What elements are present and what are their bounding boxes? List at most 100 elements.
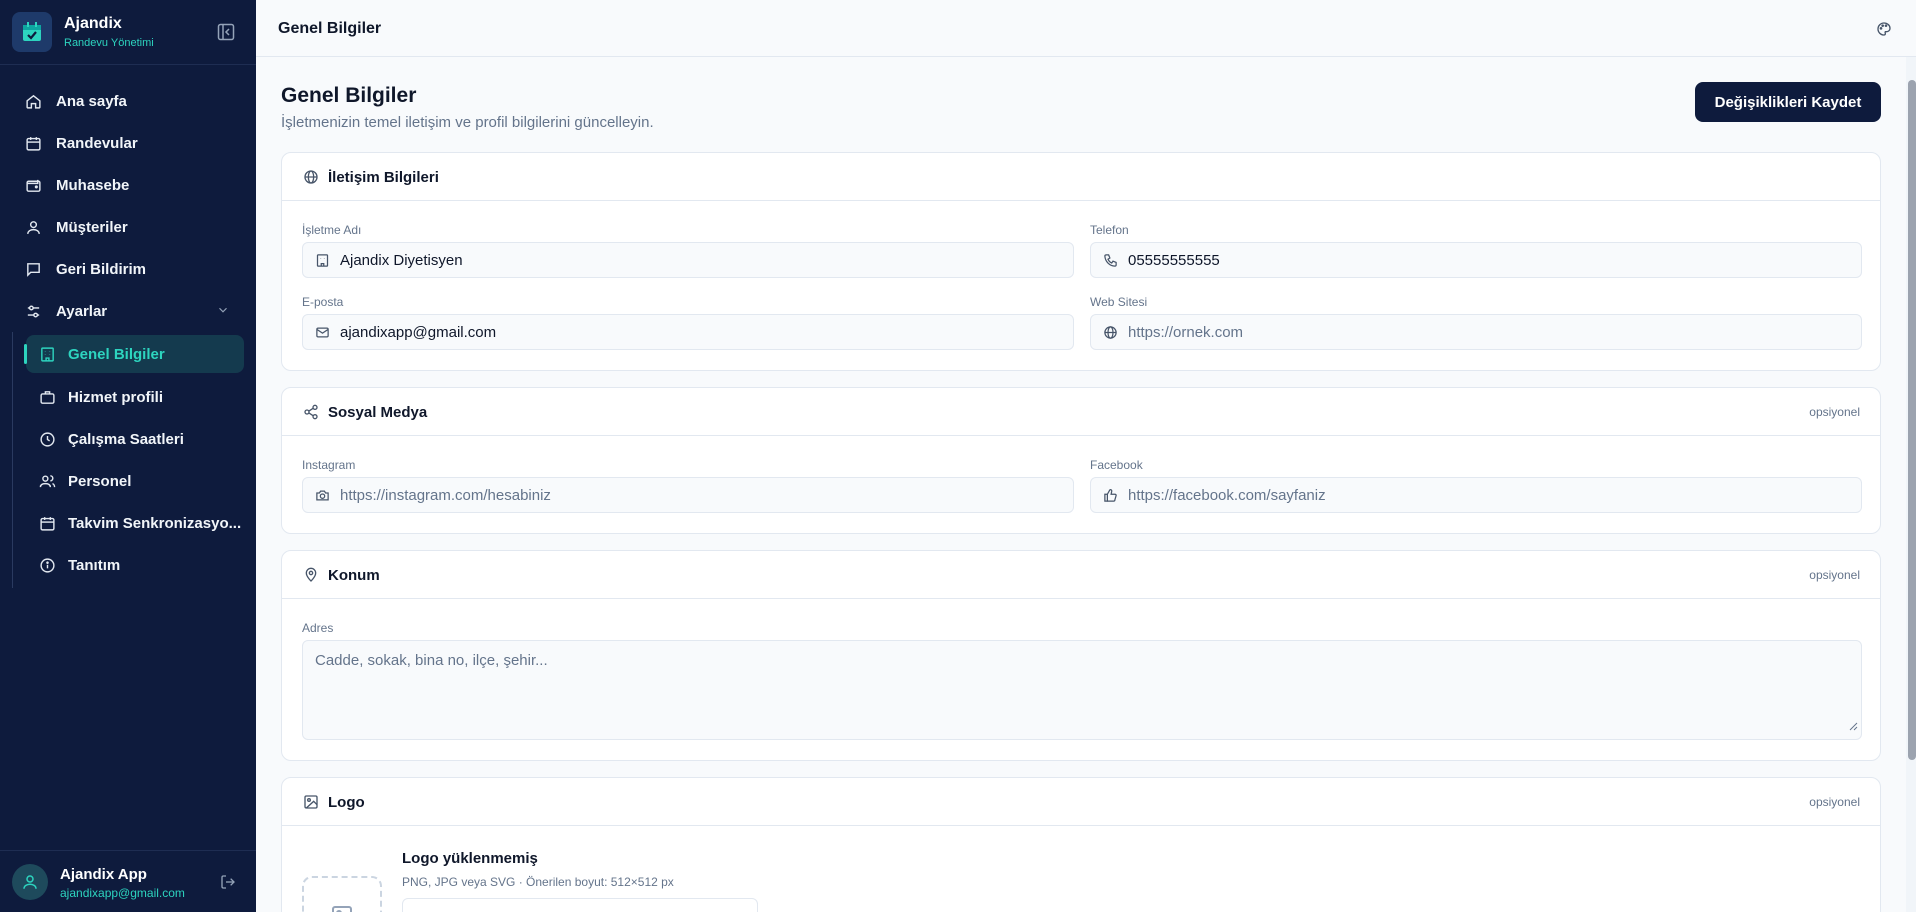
card-header: Konum opsiyonel — [282, 551, 1880, 599]
calendar-check-icon — [23, 22, 41, 41]
sidebar: Ajandix Randevu Yönetimi Ana sayfa Rande… — [0, 0, 256, 912]
business-name-value: Ajandix Diyetisyen — [340, 251, 463, 269]
sidebar-item-label: Ana sayfa — [56, 92, 127, 110]
website-label: Web Sitesi — [1090, 295, 1148, 309]
logo-placeholder[interactable] — [302, 876, 382, 912]
message-icon — [24, 260, 42, 278]
mail-icon — [314, 324, 330, 340]
card-header: İletişim Bilgileri — [282, 153, 1880, 201]
business-name-label: İşletme Adı — [302, 223, 362, 237]
sidebar-item-label: Muhasebe — [56, 176, 130, 194]
sidebar-subitem-staff[interactable]: Personel — [26, 462, 244, 500]
optional-badge: opsiyonel — [1809, 405, 1860, 419]
business-name-field[interactable]: Ajandix Diyetisyen — [302, 242, 1074, 278]
sidebar-item-customers[interactable]: Müşteriler — [14, 210, 242, 244]
sidebar-divider — [0, 64, 256, 65]
sidebar-subitem-general-info[interactable]: Genel Bilgiler — [24, 335, 244, 373]
resize-handle-icon[interactable] — [1848, 718, 1858, 736]
sidebar-subitem-label: Tanıtım — [68, 556, 121, 574]
card-title: Konum — [328, 567, 380, 584]
image-icon — [302, 793, 320, 811]
map-pin-icon — [302, 566, 320, 584]
user-icon — [23, 875, 37, 889]
sidebar-subitem-label: Genel Bilgiler — [68, 345, 165, 363]
facebook-placeholder: https://facebook.com/sayfaniz — [1128, 486, 1326, 504]
scrollbar-thumb[interactable] — [1908, 80, 1916, 760]
sidebar-item-appointments[interactable]: Randevular — [14, 126, 242, 160]
wallet-icon — [24, 176, 42, 194]
topbar-title: Genel Bilgiler — [278, 20, 382, 37]
sidebar-item-accounting[interactable]: Muhasebe — [14, 168, 242, 202]
share-icon — [302, 403, 320, 421]
phone-icon — [1102, 252, 1118, 268]
sidebar-subitem-intro[interactable]: Tanıtım — [26, 546, 244, 584]
facebook-field[interactable]: https://facebook.com/sayfaniz — [1090, 477, 1862, 513]
address-textarea[interactable]: Cadde, sokak, bina no, ilçe, şehir... — [302, 640, 1862, 740]
card-title: Sosyal Medya — [328, 404, 428, 421]
globe-icon — [302, 168, 320, 186]
phone-field[interactable]: 05555555555 — [1090, 242, 1862, 278]
logo-status: Logo yüklenmemiş — [402, 850, 538, 867]
user-icon — [24, 218, 42, 236]
sidebar-item-label: Ayarlar — [56, 302, 108, 320]
sidebar-subitem-label: Takvim Senkronizasyo... — [68, 514, 242, 532]
image-icon — [332, 906, 352, 912]
optional-badge: opsiyonel — [1809, 568, 1860, 582]
sidebar-collapse-button[interactable] — [215, 21, 237, 43]
building-icon — [314, 252, 330, 268]
sidebar-subitem-label: Çalışma Saatleri — [68, 430, 184, 448]
website-placeholder: https://ornek.com — [1128, 323, 1244, 341]
email-label: E-posta — [302, 295, 344, 309]
logo-hint: PNG, JPG veya SVG · Önerilen boyut: 512×… — [402, 875, 674, 889]
logout-button[interactable] — [218, 872, 238, 892]
upload-logo-button[interactable] — [402, 898, 758, 912]
instagram-placeholder: https://instagram.com/hesabiniz — [340, 486, 551, 504]
sidebar-item-home[interactable]: Ana sayfa — [14, 84, 242, 118]
brand-logo — [12, 12, 52, 52]
sidebar-subitem-working-hours[interactable]: Çalışma Saatleri — [26, 420, 244, 458]
info-icon — [38, 556, 56, 574]
sidebar-item-label: Müşteriler — [56, 218, 128, 236]
top-bar: Genel Bilgiler — [256, 0, 1916, 57]
avatar[interactable] — [12, 864, 48, 900]
sidebar-item-settings[interactable]: Ayarlar — [14, 294, 242, 328]
theme-button[interactable] — [1874, 19, 1894, 39]
sidebar-item-label: Geri Bildirim — [56, 260, 147, 278]
email-field[interactable]: ajandixapp@gmail.com — [302, 314, 1074, 350]
save-changes-button[interactable]: Değişiklikleri Kaydet — [1695, 82, 1881, 122]
camera-icon — [314, 487, 330, 503]
brand: Ajandix Randevu Yönetimi — [12, 12, 244, 52]
briefcase-icon — [38, 388, 56, 406]
chevron-down-icon — [216, 303, 230, 321]
card-header: Logo opsiyonel — [282, 778, 1880, 826]
sidebar-subitem-calendar-sync[interactable]: Takvim Senkronizasyo... — [26, 504, 244, 542]
card-header: Sosyal Medya opsiyonel — [282, 388, 1880, 436]
submenu-line — [12, 332, 13, 588]
logout-icon — [221, 875, 235, 889]
phone-value: 05555555555 — [1128, 251, 1220, 269]
website-field[interactable]: https://ornek.com — [1090, 314, 1862, 350]
brand-name: Ajandix — [64, 15, 122, 32]
sidebar-subitem-label: Personel — [68, 472, 132, 490]
page-subtitle: İşletmenizin temel iletişim ve profil bi… — [281, 114, 654, 131]
settings-icon — [24, 302, 42, 320]
globe-icon — [1102, 324, 1118, 340]
brand-subtitle: Randevu Yönetimi — [64, 37, 154, 49]
users-icon — [38, 472, 56, 490]
address-label: Adres — [302, 621, 334, 635]
instagram-field[interactable]: https://instagram.com/hesabiniz — [302, 477, 1074, 513]
email-value: ajandixapp@gmail.com — [340, 323, 497, 341]
contact-info-card: İletişim Bilgileri İşletme Adı Ajandix D… — [281, 152, 1881, 371]
clock-icon — [38, 430, 56, 448]
calendar-icon — [24, 134, 42, 152]
instagram-label: Instagram — [302, 458, 356, 472]
phone-label: Telefon — [1090, 223, 1129, 237]
palette-icon — [1877, 22, 1891, 36]
sidebar-item-feedback[interactable]: Geri Bildirim — [14, 252, 242, 286]
user-name: Ajandix App — [60, 866, 147, 883]
home-icon — [24, 92, 42, 110]
sidebar-subitem-label: Hizmet profili — [68, 388, 164, 406]
panel-left-icon — [217, 23, 235, 41]
sidebar-subitem-service-profile[interactable]: Hizmet profili — [26, 378, 244, 416]
social-media-card: Sosyal Medya opsiyonel Instagram https:/… — [281, 387, 1881, 534]
